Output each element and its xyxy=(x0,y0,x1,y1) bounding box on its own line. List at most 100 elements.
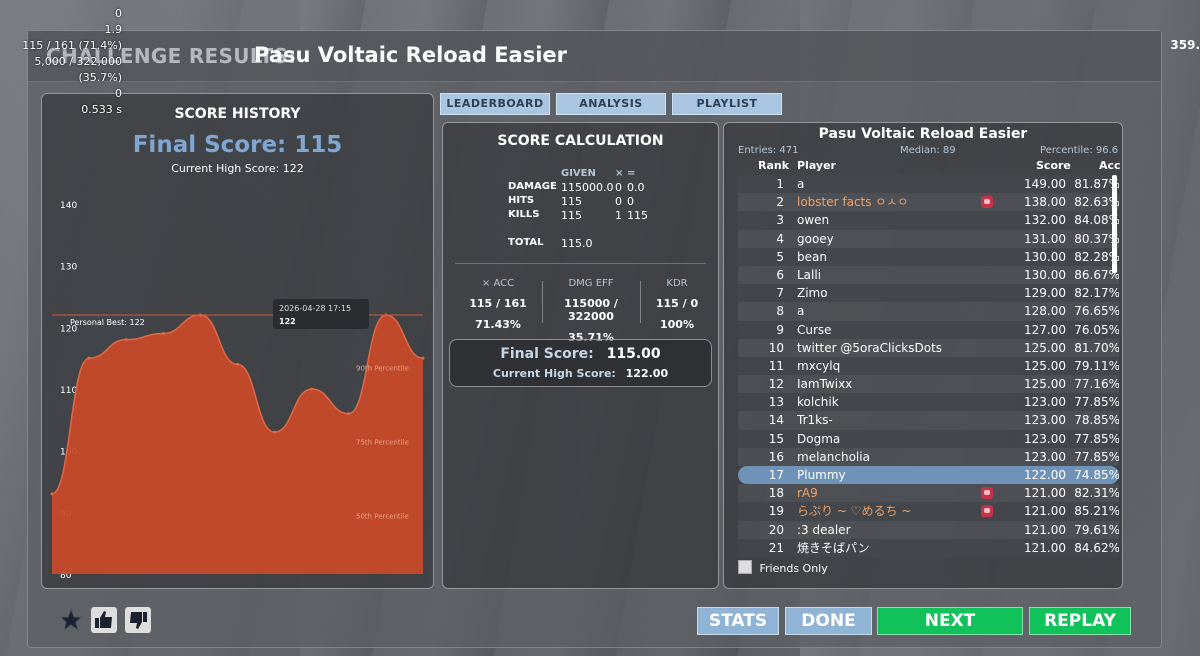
row-score: 121.00 xyxy=(1024,540,1066,555)
row-rank: 21 xyxy=(768,540,784,555)
row-player-name: 焼きそばパン xyxy=(797,540,870,555)
leaderboard-row[interactable]: 8 a 128.00 76.65% xyxy=(738,302,1119,321)
score-point xyxy=(310,387,314,391)
tab-analysis[interactable]: ANALYSIS xyxy=(556,93,666,115)
leaderboard-row[interactable]: 20:3 dealer 121.00 79.61% xyxy=(738,520,1119,539)
median-score: Median: 89 xyxy=(900,145,956,156)
kdr-ratio: 115 / 0 xyxy=(655,297,699,310)
player-header: Player xyxy=(797,159,836,172)
row-rank: 8 xyxy=(776,304,784,319)
row-score: 121.00 xyxy=(1024,486,1066,501)
row-score: 125.00 xyxy=(1024,340,1066,355)
done-button[interactable]: DONE xyxy=(785,607,872,635)
leaderboard-row[interactable]: 5 bean 130.00 82.28% xyxy=(738,247,1119,266)
row-accuracy: 76.65% xyxy=(1074,304,1119,319)
row-score: 121.00 xyxy=(1024,504,1066,519)
accuracy-percent: 71.43% xyxy=(475,318,521,331)
y-tick-label: 130 xyxy=(60,263,77,273)
leaderboard-row[interactable]: 7 Zimo 129.00 82.17% xyxy=(738,284,1119,303)
row-score: 125.00 xyxy=(1024,358,1066,373)
row-score: 138.00 xyxy=(1024,195,1066,210)
row-accuracy: 85.21% xyxy=(1074,504,1119,519)
row-rank: 14 xyxy=(768,413,784,428)
leaderboard-row[interactable]: 18 rA9 121.00 82.31% xyxy=(738,484,1119,503)
score-calculation-panel: SCORE CALCULATION GIVEN × = DAMAGE 11500… xyxy=(442,122,719,589)
leaderboard-row[interactable]: 17 Plummy 122.00 74.85% xyxy=(738,466,1119,485)
calc-divider xyxy=(455,263,706,264)
row-accuracy: 77.85% xyxy=(1074,431,1119,446)
stats-button[interactable]: STATS xyxy=(697,607,779,635)
row-accuracy: 77.16% xyxy=(1074,377,1119,392)
leaderboard-row[interactable]: 3 owen 132.00 84.08% xyxy=(738,211,1119,230)
leaderboard-list[interactable]: 1 a 149.00 81.87% 2 lobster facts ㅇㅅㅇ 138.00 82… xyxy=(738,175,1119,557)
row-player-name: owen xyxy=(797,213,830,228)
row-accuracy: 77.85% xyxy=(1074,449,1119,464)
damage-result: 0.0 xyxy=(627,181,645,194)
leaderboard-row[interactable]: 9 Curse 127.00 76.05% xyxy=(738,320,1119,339)
leaderboard-scrollbar[interactable] xyxy=(1112,175,1117,273)
tab-leaderboard[interactable]: LEADERBOARD xyxy=(440,93,550,115)
row-rank: 12 xyxy=(768,377,784,392)
leaderboard-row[interactable]: 2 lobster facts ㅇㅅㅇ 138.00 82.63% xyxy=(738,193,1119,212)
hits-label: HITS xyxy=(508,195,535,206)
tab-playlist[interactable]: PLAYLIST xyxy=(672,93,782,115)
damage-mult: 0 xyxy=(615,181,622,194)
leaderboard-row[interactable]: 16 melancholia 123.00 77.85% xyxy=(738,447,1119,466)
kdr-stat: KDR 115 / 0 100% xyxy=(641,278,713,331)
score-history-chart[interactable]: 809010011012013014090th Percentile75th P… xyxy=(42,94,433,588)
leaderboard-row[interactable]: 14 Tr1ks- 123.00 78.85% xyxy=(738,411,1119,430)
row-accuracy: 76.05% xyxy=(1074,322,1119,337)
row-rank: 17 xyxy=(768,468,784,482)
row-player-name: a xyxy=(797,304,805,319)
leaderboard-row[interactable]: 6 Lalli 130.00 86.67% xyxy=(738,265,1119,285)
row-rank: 20 xyxy=(768,522,784,537)
leaderboard-row[interactable]: 21 焼きそばパン 121.00 84.62% xyxy=(738,538,1119,557)
total-value: 115.0 xyxy=(561,237,593,250)
friends-only-toggle[interactable]: Friends Only xyxy=(738,560,828,575)
leaderboard-row[interactable]: 11 mxcylq 125.00 79.11% xyxy=(738,356,1119,376)
leaderboard-row[interactable]: 4 gooey 131.00 80.37% xyxy=(738,229,1119,248)
leaderboard-row[interactable]: 1 a 149.00 81.87% xyxy=(738,175,1119,194)
row-rank: 10 xyxy=(768,340,784,355)
fps-counter: 359. xyxy=(1170,38,1200,52)
kills-given: 115 xyxy=(561,209,582,222)
accuracy-stat: × ACC 115 / 161 71.43% xyxy=(453,278,543,331)
next-button[interactable]: NEXT xyxy=(877,607,1023,635)
score-header: Score xyxy=(1036,159,1071,172)
thumbs-down-icon[interactable] xyxy=(125,607,151,633)
current-high-score-label: Current High Score: xyxy=(492,367,616,380)
leaderboard-row[interactable]: 13 kolchik 123.00 77.85% xyxy=(738,393,1119,412)
acc-header: Acc xyxy=(1099,159,1121,172)
replay-button[interactable]: REPLAY xyxy=(1029,607,1131,635)
thumbs-up-icon[interactable] xyxy=(91,607,117,633)
score-point xyxy=(124,338,128,342)
friends-only-checkbox[interactable] xyxy=(738,560,752,574)
row-player-name: Tr1ks- xyxy=(797,413,833,428)
row-rank: 11 xyxy=(768,358,784,373)
leaderboard-row[interactable]: 10 twitter @5oraClicksDots 125.00 81.70% xyxy=(738,338,1119,357)
leaderboard-row[interactable]: 12 IamTwixx 125.00 77.16% xyxy=(738,375,1119,394)
row-rank: 4 xyxy=(776,231,784,246)
row-rank: 5 xyxy=(776,249,784,264)
score-point xyxy=(161,332,165,335)
debug-overlay: 0 1.9 115 / 161 (71.4%) 5,000 / 322,000 … xyxy=(0,6,130,118)
leaderboard-row[interactable]: 19 らぷり ~ ♡めるち ~121.00 85.21% xyxy=(738,502,1119,521)
friend-badge-icon xyxy=(981,505,993,518)
row-player-name: mxcylq xyxy=(797,358,841,373)
leaderboard-row[interactable]: 15 Dogma 123.00 77.85% xyxy=(738,429,1119,448)
row-score: 121.00 xyxy=(1024,522,1066,537)
row-accuracy: 74.85% xyxy=(1074,468,1119,482)
row-player-name: twitter @5oraClicksDots xyxy=(797,340,943,355)
row-score: 130.00 xyxy=(1024,267,1066,282)
final-score-label: Final Score: xyxy=(500,346,594,362)
friend-badge-icon xyxy=(981,487,993,500)
total-label: TOTAL xyxy=(508,237,544,248)
hits-result: 0 xyxy=(627,195,634,208)
row-rank: 9 xyxy=(776,322,784,337)
star-icon[interactable] xyxy=(58,607,84,633)
friends-only-label: Friends Only xyxy=(759,562,828,575)
row-rank: 6 xyxy=(776,267,784,282)
bottom-bar: STATS DONE NEXT REPLAY xyxy=(28,593,1161,647)
row-player-name: gooey xyxy=(797,231,834,246)
damage-given: 115000.0 xyxy=(561,181,614,194)
